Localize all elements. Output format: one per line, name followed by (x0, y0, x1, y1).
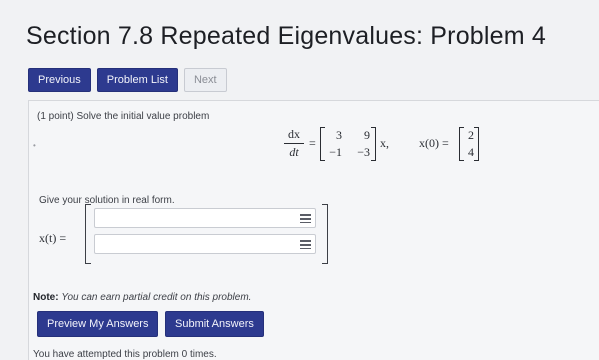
problem-panel: (1 point) Solve the initial value proble… (28, 100, 599, 360)
matrix-entry-11: 3 (336, 128, 342, 142)
note-text: You can earn partial credit on this prob… (61, 292, 252, 303)
equation-editor-icon[interactable] (300, 240, 311, 249)
answer-input-row-1[interactable] (94, 208, 316, 228)
answer-left-bracket (85, 204, 91, 264)
fraction-bar (284, 143, 304, 144)
partial-credit-note: Note: You can earn partial credit on thi… (33, 292, 251, 303)
problem-list-button[interactable]: Problem List (96, 68, 178, 92)
attempts-status: You have attempted this problem 0 times. (33, 349, 217, 360)
coefficient-matrix: 3 9 −1 −3 (320, 127, 376, 161)
vector-right-bracket (474, 127, 479, 161)
fraction-denominator: dt (289, 145, 299, 159)
equation-editor-icon[interactable] (300, 214, 311, 223)
answer-right-bracket (322, 204, 328, 264)
previous-button[interactable]: Previous (28, 68, 91, 92)
fraction-numerator: dx (288, 127, 300, 141)
problem-navigation: Previous Problem List Next (28, 68, 233, 92)
initial-condition-vector: 2 4 (459, 127, 479, 161)
matrix-right-bracket (371, 127, 376, 161)
matrix-entry-22: −3 (357, 145, 370, 159)
submit-answers-button[interactable]: Submit Answers (165, 311, 264, 337)
matrix-entry-21: −1 (329, 145, 342, 159)
ode-equation: dx dt = 3 9 −1 −3 x, x(0) = 2 4 (29, 127, 529, 167)
preview-answers-button[interactable]: Preview My Answers (37, 311, 159, 337)
equals-sign: = (309, 136, 316, 150)
ic-entry-2: 4 (468, 145, 474, 159)
problem-intro: (1 point) Solve the initial value proble… (37, 111, 210, 122)
next-button[interactable]: Next (183, 68, 227, 92)
note-label: Note: (33, 292, 59, 303)
page-title: Section 7.8 Repeated Eigenvalues: Proble… (26, 22, 547, 50)
rhs-vector-x: x, (380, 136, 389, 150)
answer-label: x(t) = (39, 231, 67, 245)
answer-input-row-2[interactable] (94, 234, 316, 254)
matrix-entry-12: 9 (364, 128, 370, 142)
ic-entry-1: 2 (468, 128, 474, 142)
initial-condition-label: x(0) = (419, 136, 449, 150)
answer-prompt: Give your solution in real form. (39, 195, 175, 206)
derivative-fraction: dx dt (284, 127, 304, 160)
